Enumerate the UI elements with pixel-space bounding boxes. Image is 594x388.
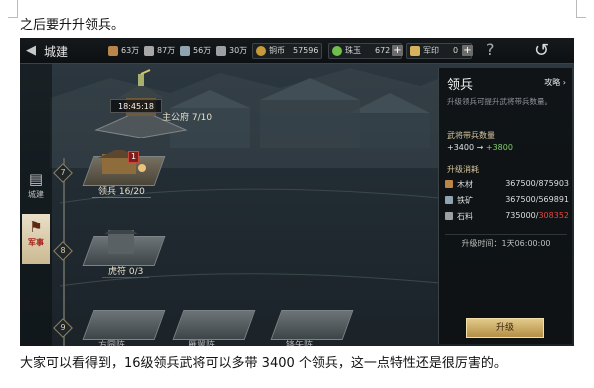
token-label: 军印 — [423, 46, 439, 55]
resource-pearl: 珠玉 672 — [332, 45, 390, 56]
sword-icon — [144, 45, 154, 56]
copper-value: 57596 — [293, 46, 319, 55]
tiger-tally-label: 虎符 0/3 — [102, 264, 150, 278]
cost-row-wood: 木材 367500/875903 — [445, 178, 569, 191]
build-timer: 18:45:18 — [110, 99, 162, 113]
cost-title: 升级消耗 — [447, 165, 479, 174]
barracks-upgrade-badge: 1 — [128, 151, 139, 163]
wood-icon — [108, 45, 118, 56]
left-tab-column: ▤ 城建 ⚑ 军事 — [20, 64, 52, 346]
capacity-from: +3400 — [447, 143, 475, 152]
ore-icon — [180, 45, 190, 56]
back-arrow-icon[interactable]: ◀ — [26, 43, 40, 59]
coin-icon — [256, 45, 266, 56]
resource-stone: 30万 — [216, 45, 247, 56]
resource-token: 军印 0 — [410, 45, 458, 56]
page-title: 城建 — [44, 45, 69, 59]
add-pearl-button[interactable]: + — [392, 45, 403, 56]
cost-row-stone: 石料 735000/308352 — [445, 210, 569, 223]
return-swirl-icon[interactable]: ↺ — [534, 41, 564, 61]
pearl-value: 672 — [375, 46, 391, 55]
capacity-to: +3800 — [485, 143, 513, 152]
resource-weapon-value: 87万 — [157, 46, 176, 55]
main-palace-label: 主公府 7/10 — [162, 113, 213, 123]
top-bar: ◀ 城建 63万 87万 56万 30万 铜币 57596 珠玉 672 + 军… — [20, 38, 574, 64]
tab-city-label: 城建 — [28, 190, 44, 199]
ore-icon — [445, 196, 453, 204]
help-icon[interactable]: ? — [486, 40, 495, 59]
city-icon: ▤ — [28, 170, 44, 188]
upgrade-time: 升级时间：1天06:00:00 — [445, 234, 567, 248]
formation-label-3: 锋矢阵 — [286, 341, 314, 346]
seal-icon — [410, 45, 420, 56]
upgrade-button[interactable]: 升级 — [466, 318, 544, 338]
arrow-right-icon: → — [476, 143, 486, 152]
resource-iron: 56万 — [180, 45, 211, 56]
detail-panel: 领兵 攻略 › 升级领兵可提升武将带兵数量。 武将带兵数量 +3400 → +3… — [438, 68, 572, 344]
formation-label-2: 雁翼阵 — [188, 341, 216, 346]
resource-stone-value: 30万 — [229, 46, 248, 55]
resource-copper: 铜币 57596 — [256, 45, 318, 56]
wood-icon — [445, 180, 453, 188]
panel-title: 领兵 — [447, 78, 474, 93]
page-corner-mark-right — [576, 0, 586, 18]
barracks-label: 领兵 16/20 — [92, 184, 151, 198]
jade-icon — [332, 45, 342, 56]
tab-military[interactable]: ⚑ 军事 — [22, 214, 50, 264]
cost-row-iron: 铁矿 367500/569891 — [445, 194, 569, 207]
capacity-title: 武将带兵数量 — [447, 131, 495, 140]
resource-wood-value: 63万 — [121, 46, 140, 55]
resource-wood: 63万 — [108, 45, 139, 56]
tab-city[interactable]: ▤ 城建 — [22, 166, 50, 208]
resource-iron-value: 56万 — [193, 46, 212, 55]
resource-weapon: 87万 — [144, 45, 175, 56]
stone-icon — [445, 212, 453, 220]
add-token-button[interactable]: + — [462, 45, 473, 56]
game-screenshot: ◀ 城建 63万 87万 56万 30万 铜币 57596 珠玉 672 + 军… — [20, 38, 574, 346]
panel-description: 升级领兵可提升武将带兵数量。 — [447, 97, 552, 106]
page-corner-mark-left — [8, 0, 18, 18]
flag-icon: ⚑ — [29, 218, 43, 236]
chevron-right-icon: › — [562, 78, 566, 87]
document-text-top: 之后要升升领兵。 — [20, 18, 125, 33]
document-text-bottom: 大家可以看得到，16级领兵武将可以多带 3400 个领兵，这一点特性还是很厉害的… — [20, 356, 507, 371]
formation-label-1: 方圆阵 — [98, 341, 126, 346]
guide-link[interactable]: 攻略 › — [544, 77, 566, 88]
capacity-values: +3400 → +3800 — [447, 143, 513, 152]
copper-label: 铜币 — [269, 46, 285, 55]
tab-military-label: 军事 — [28, 238, 44, 247]
stone-icon — [216, 45, 226, 56]
token-value: 0 — [453, 46, 459, 55]
pearl-label: 珠玉 — [345, 46, 361, 55]
